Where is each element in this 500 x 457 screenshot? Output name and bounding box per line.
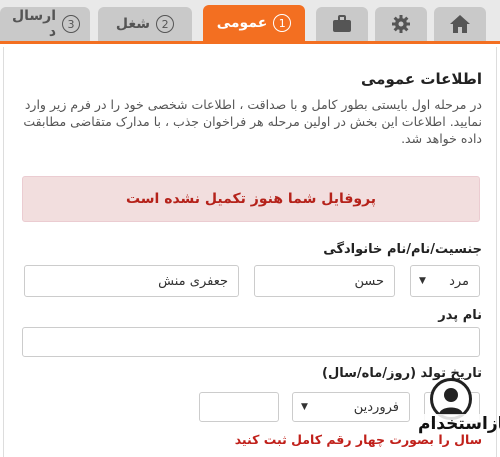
gender-value: مرد bbox=[449, 273, 469, 289]
first-name-input[interactable]: حسن bbox=[254, 265, 395, 297]
tab-general-number: 1 bbox=[273, 14, 292, 32]
last-name-input[interactable]: جعفری منش bbox=[24, 265, 239, 297]
chevron-down-icon: ▼ bbox=[301, 402, 308, 412]
tab-home[interactable] bbox=[434, 7, 486, 41]
chevron-down-icon: ▼ bbox=[419, 276, 426, 286]
gear-icon bbox=[391, 14, 411, 34]
home-icon bbox=[449, 14, 471, 34]
father-name-label: نام پدر bbox=[438, 308, 482, 323]
page-title: اطلاعات عمومی bbox=[360, 70, 482, 88]
section-description: در مرحله اول بایستی بطور کامل و با صداقت… bbox=[23, 97, 482, 146]
gender-select[interactable]: مرد ▼ bbox=[410, 265, 480, 297]
tab-general[interactable]: عمومی 1 bbox=[203, 5, 305, 41]
tab-settings[interactable] bbox=[375, 7, 427, 41]
alert-text: پروفایل شما هنوز تکمیل نشده است bbox=[125, 191, 377, 207]
name-row-label: جنسیت/نام/نام خانوادگی bbox=[323, 242, 482, 257]
tab-send-label: ارسال د bbox=[11, 8, 57, 40]
tab-send[interactable]: ارسال د 3 bbox=[0, 7, 90, 41]
birth-month-select[interactable]: فروردین ▼ bbox=[292, 392, 410, 422]
birth-year-input[interactable] bbox=[199, 392, 279, 422]
father-name-input[interactable] bbox=[22, 327, 480, 357]
tab-job-label: شغل bbox=[115, 16, 151, 32]
last-name-value: جعفری منش bbox=[158, 273, 228, 289]
briefcase-icon bbox=[332, 15, 352, 33]
watermark-text: بازاستخدام bbox=[418, 414, 500, 434]
first-name-value: حسن bbox=[354, 273, 384, 289]
tab-bar: ارسال د 3 شغل 2 عمومی 1 bbox=[0, 0, 500, 44]
profile-incomplete-alert: پروفایل شما هنوز تکمیل نشده است bbox=[22, 176, 480, 222]
tab-job-number: 2 bbox=[156, 15, 175, 33]
tab-send-number: 3 bbox=[62, 15, 80, 33]
birth-month-value: فروردین bbox=[353, 399, 399, 415]
tab-general-label: عمومی bbox=[216, 15, 268, 31]
watermark-logo: بازاستخدام bbox=[418, 378, 500, 456]
tab-briefcase[interactable] bbox=[316, 7, 368, 41]
tab-job[interactable]: شغل 2 bbox=[98, 7, 192, 41]
